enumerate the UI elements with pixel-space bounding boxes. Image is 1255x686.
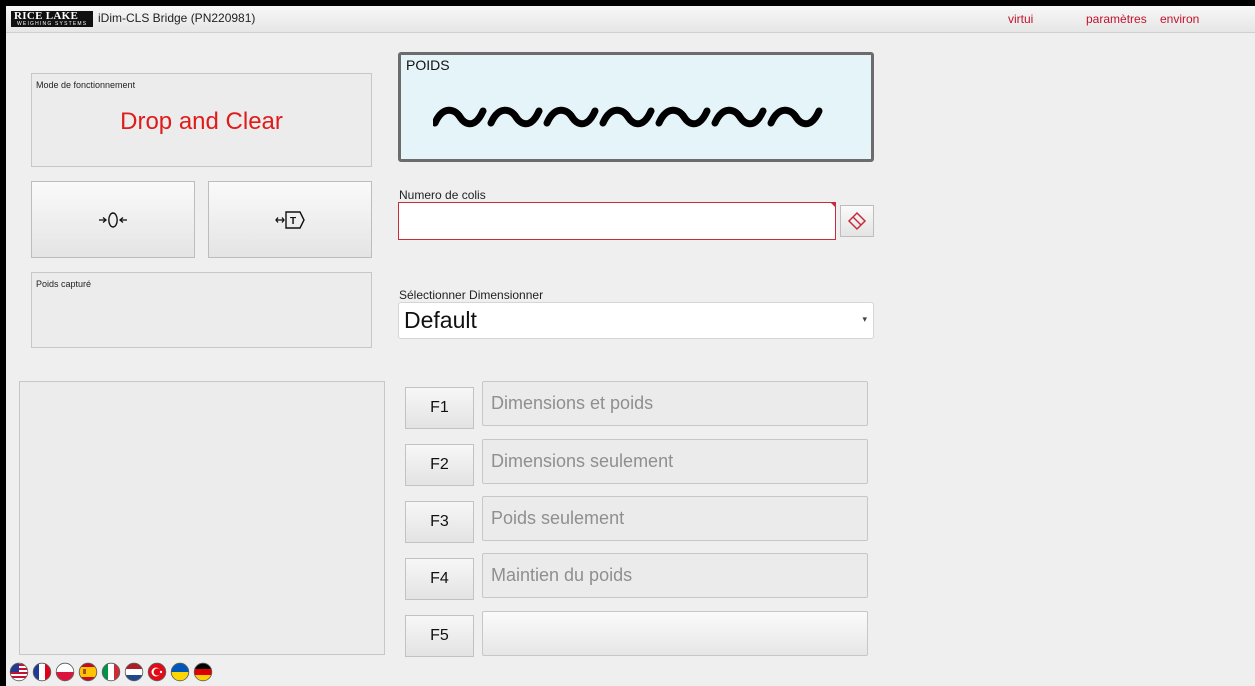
app-window: RICE LAKE WEIGHING SYSTEMS iDim-CLS Brid… (6, 6, 1255, 686)
captured-weight-panel: Poids capturé (31, 272, 372, 348)
mode-value: Drop and Clear (120, 108, 283, 135)
fkey-f4[interactable]: F4 (405, 558, 474, 600)
dimensioner-selected: Default (404, 307, 477, 333)
logo-subtext: WEIGHING SYSTEMS (17, 21, 88, 27)
mode-label: Mode de fonctionnement (36, 80, 136, 90)
eraser-icon (847, 211, 867, 231)
pl-flag-icon[interactable] (55, 662, 75, 682)
fr-flag-icon[interactable] (32, 662, 52, 682)
tilde-glyph (711, 106, 767, 128)
captured-weight-label: Poids capturé (36, 279, 92, 289)
zero-icon (99, 211, 127, 228)
link-parametres[interactable]: paramètres (1086, 12, 1147, 26)
svg-text:T: T (290, 216, 296, 227)
app-title: iDim-CLS Bridge (PN220981) (98, 11, 256, 25)
fkey-f2[interactable]: F2 (405, 444, 474, 486)
weight-display: POIDS (398, 52, 874, 162)
f2-button[interactable]: Dimensions seulement (482, 439, 868, 484)
nl-flag-icon[interactable] (124, 662, 144, 682)
tilde-glyph (487, 106, 543, 128)
tilde-icon (433, 106, 823, 128)
mode-panel[interactable]: Mode de fonctionnement Drop and Clear (31, 73, 372, 167)
tilde-glyph (655, 106, 711, 128)
tilde-glyph (599, 106, 655, 128)
f3-button[interactable]: Poids seulement (482, 496, 868, 541)
link-virtui[interactable]: virtui (1008, 12, 1033, 26)
image-panel (19, 381, 385, 655)
fkey-f3[interactable]: F3 (405, 501, 474, 543)
de-flag-icon[interactable] (193, 662, 213, 682)
ua-flag-icon[interactable] (170, 662, 190, 682)
clear-colli-button[interactable] (840, 205, 874, 237)
tilde-glyph (543, 106, 599, 128)
it-flag-icon[interactable] (101, 662, 121, 682)
chevron-down-icon: ▾ (862, 314, 867, 324)
fkey-f1[interactable]: F1 (405, 387, 474, 429)
rice-lake-logo: RICE LAKE WEIGHING SYSTEMS (11, 10, 93, 27)
f4-button[interactable]: Maintien du poids (482, 553, 868, 598)
tilde-glyph (433, 106, 487, 128)
zero-button[interactable] (31, 181, 195, 258)
f5-button[interactable] (482, 611, 868, 656)
link-environ[interactable]: environ (1160, 12, 1199, 26)
f1-button[interactable]: Dimensions et poids (482, 381, 868, 426)
dimensioner-label: Sélectionner Dimensionner (399, 288, 544, 302)
weight-label: POIDS (406, 57, 450, 73)
fkey-f5[interactable]: F5 (405, 615, 474, 657)
tr-flag-icon[interactable] (147, 662, 167, 682)
colli-label: Numero de colis (399, 188, 486, 202)
colli-input[interactable] (398, 202, 836, 240)
us-flag-icon[interactable] (9, 662, 29, 682)
tilde-glyph (767, 106, 823, 128)
tare-button[interactable]: T (208, 181, 372, 258)
es-flag-icon[interactable] (78, 662, 98, 682)
dimensioner-select[interactable]: Default ▾ (398, 302, 874, 339)
tare-icon: T (275, 210, 305, 229)
top-bar: RICE LAKE WEIGHING SYSTEMS iDim-CLS Brid… (6, 6, 1255, 33)
